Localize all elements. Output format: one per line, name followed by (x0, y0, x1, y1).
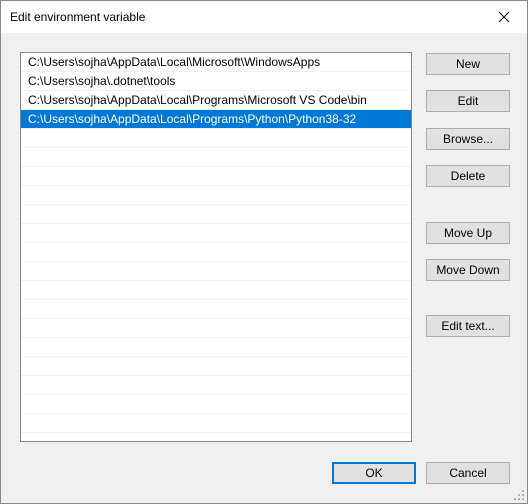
list-item[interactable]: C:\Users\sojha\.dotnet\tools (21, 72, 411, 91)
cancel-button[interactable]: Cancel (426, 462, 510, 484)
list-item-empty[interactable] (21, 186, 411, 205)
browse-button[interactable]: Browse... (426, 128, 510, 150)
close-icon (498, 11, 510, 23)
list-item-selected[interactable]: C:\Users\sojha\AppData\Local\Programs\Py… (21, 110, 411, 129)
list-item[interactable]: C:\Users\sojha\AppData\Local\Programs\Mi… (21, 91, 411, 110)
list-item-empty[interactable] (21, 129, 411, 148)
close-button[interactable] (481, 1, 527, 33)
move-down-button[interactable]: Move Down (426, 259, 510, 281)
list-item-empty[interactable] (21, 357, 411, 376)
edit-button[interactable]: Edit (426, 90, 510, 112)
list-item-empty[interactable] (21, 167, 411, 186)
list-item-empty[interactable] (21, 319, 411, 338)
list-item-empty[interactable] (21, 433, 411, 441)
list-item-empty[interactable] (21, 281, 411, 300)
list-item-empty[interactable] (21, 300, 411, 319)
edit-text-button[interactable]: Edit text... (426, 315, 510, 337)
edit-environment-variable-dialog: Edit environment variable C:\Users\sojha… (0, 0, 528, 504)
list-item-empty[interactable] (21, 224, 411, 243)
list-item[interactable]: C:\Users\sojha\AppData\Local\Microsoft\W… (21, 53, 411, 72)
resize-grip-icon[interactable] (513, 489, 525, 501)
list-item-empty[interactable] (21, 148, 411, 167)
list-item-empty[interactable] (21, 376, 411, 395)
list-item-empty[interactable] (21, 338, 411, 357)
new-button[interactable]: New (426, 53, 510, 75)
list-item-empty[interactable] (21, 395, 411, 414)
move-up-button[interactable]: Move Up (426, 222, 510, 244)
delete-button[interactable]: Delete (426, 165, 510, 187)
path-list[interactable]: C:\Users\sojha\AppData\Local\Microsoft\W… (20, 52, 412, 442)
list-item-empty[interactable] (21, 262, 411, 281)
title-bar[interactable]: Edit environment variable (1, 1, 527, 33)
ok-button[interactable]: OK (332, 462, 416, 484)
list-item-empty[interactable] (21, 243, 411, 262)
dialog-title: Edit environment variable (10, 10, 146, 24)
list-item-empty[interactable] (21, 205, 411, 224)
list-item-empty[interactable] (21, 414, 411, 433)
